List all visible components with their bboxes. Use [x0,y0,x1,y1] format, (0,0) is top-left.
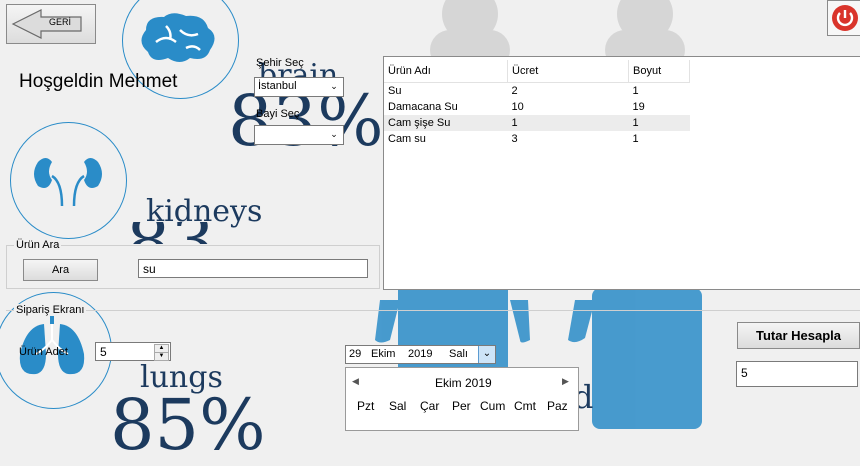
chevron-left-icon[interactable]: ◀ [352,376,359,387]
weekday-wed: Çar [420,399,440,413]
welcome-text: Hoşgeldin Mehmet [19,71,178,92]
brain-icon [141,13,215,62]
table-cell: Damacana Su [388,101,458,113]
date-month[interactable]: Ekim [371,348,395,360]
table-row[interactable]: Cam su 3 1 [384,131,690,147]
city-label: Şehir Seç [256,57,304,69]
product-table-grid: Ürün Adı Ücret Boyut Su 2 1 Damacana Su … [384,60,690,147]
chevron-right-icon[interactable]: ▶ [562,376,569,387]
order-group [6,310,860,311]
date-weekday[interactable]: Salı [449,348,468,360]
quantity-stepper[interactable]: 5 ▲ ▼ [95,342,171,361]
chevron-down-icon: ⌄ [330,129,338,139]
date-dropdown-button[interactable]: ⌄ [478,346,495,363]
table-cell: 2 [511,85,518,97]
table-cell: 1 [632,133,639,145]
weekday-tue: Sal [389,399,407,413]
table-cell: 1 [632,85,639,97]
back-arrow-icon [11,9,82,39]
power-button[interactable] [827,0,860,36]
table-cell: Cam su [388,133,426,145]
calendar-popup[interactable]: ◀ Ekim 2019 ▶ Pzt Sal Çar Per Cum Cmt Pa… [345,367,579,431]
table-row[interactable]: Damacana Su 10 19 [384,99,690,115]
table-cell: 19 [632,101,645,113]
quantity-label: Ürün Adet [19,346,68,358]
calculate-total-button[interactable]: Tutar Hesapla [737,322,860,349]
dealer-select[interactable]: ⌄ [254,125,344,145]
table-row[interactable]: Su 2 1 [384,83,690,100]
quantity-value: 5 [100,345,107,359]
column-header-price[interactable]: Ücret [507,60,629,83]
date-picker[interactable]: 29 Ekim 2019 Salı ⌄ [345,345,496,364]
product-table[interactable]: Ürün Adı Ücret Boyut Su 2 1 Damacana Su … [383,56,860,290]
total-field[interactable] [736,361,858,387]
column-header-size[interactable]: Boyut [628,60,690,83]
date-day[interactable]: 29 [349,348,361,360]
weekday-sun: Paz [547,399,568,413]
city-select-value: İstanbul [258,80,297,92]
table-cell: 1 [507,115,629,131]
table-cell: 3 [511,133,518,145]
order-group-title: Sipariş Ekranı [14,304,87,316]
table-cell: Su [388,85,402,97]
lungs-percent: 85% [110,384,266,466]
chevron-down-icon: ⌄ [330,81,338,91]
spin-down-icon[interactable]: ▼ [154,352,169,361]
back-button[interactable]: GERİ [6,4,96,44]
column-header-name[interactable]: Ürün Adı [384,60,508,83]
power-icon [832,5,858,31]
search-button[interactable]: Ara [23,259,98,281]
table-cell: Cam şişe Su [384,115,508,131]
back-button-label: GERİ [49,17,72,27]
weekday-sat: Cmt [514,399,536,413]
date-year[interactable]: 2019 [408,348,432,360]
table-row[interactable]: Cam şişe Su 1 1 [384,115,690,131]
calendar-title[interactable]: Ekim 2019 [435,376,492,390]
city-select[interactable]: İstanbul ⌄ [254,77,344,97]
kidneys-percent: 83 [126,222,215,244]
weekday-thu: Per [452,399,471,413]
table-cell: 1 [628,115,690,131]
table-cell: 10 [511,101,524,113]
search-input[interactable] [138,259,368,278]
chevron-down-icon: ⌄ [482,348,492,359]
weekday-fri: Cum [480,399,506,413]
kidneys-icon [34,158,102,207]
weekday-mon: Pzt [357,399,375,413]
search-group-title: Ürün Ara [14,239,62,251]
dealer-label: Bayi Seç [256,108,300,120]
